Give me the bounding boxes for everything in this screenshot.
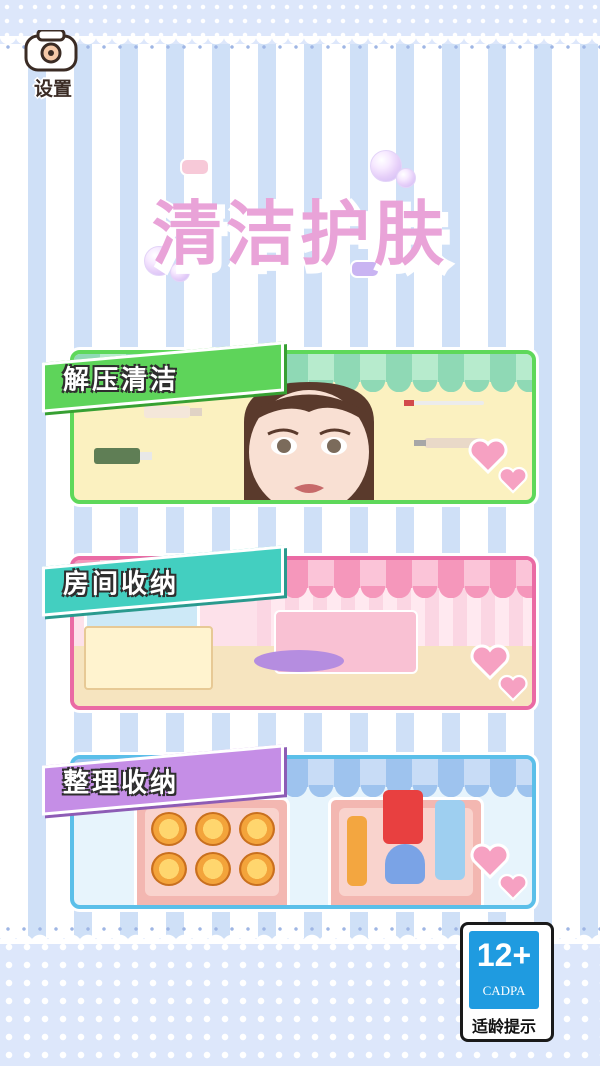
bottle-icon [347,816,367,886]
card-label-text: 整理收纳 [63,768,180,799]
coin-icon [195,852,231,886]
age-rating-panel: 12+ CADPA [469,931,539,1009]
heart-icon [498,466,528,494]
bottle-icon [435,800,465,880]
lotion-tube-icon [144,406,202,418]
candy-decoration [180,158,210,176]
rug-illustration [254,650,344,672]
settings-label: 设置 [33,78,72,100]
coin-icon [195,812,231,846]
shelf-illustration [84,626,213,690]
pen-icon [404,400,484,406]
coin-icon [239,852,275,886]
age-rating-number: 12+ [476,937,532,973]
coin-icon [239,812,275,846]
heart-icon [498,674,528,702]
coin-icon [151,812,187,846]
coin-icon [151,852,187,886]
coin-tray [134,797,290,905]
settings-button[interactable]: 设置 [18,30,88,102]
top-lace-dots [0,44,600,50]
gear-icon [24,30,78,72]
face-illustration [244,382,374,500]
age-rating-badge: 12+ CADPA 适龄提示 [460,922,554,1042]
age-rating-tip: 适龄提示 [471,1017,536,1036]
bottle-icon [383,790,423,844]
card-label-text: 房间收纳 [63,569,180,600]
card-label-text: 解压清洁 [63,365,180,396]
page-title: 清洁护肤 [152,193,448,275]
age-rating-org: CADPA [482,983,526,998]
heart-icon [498,873,528,901]
bottle-icon [385,844,425,884]
cleanser-tube-icon [94,448,152,464]
game-title: 清洁护肤 清洁护肤 [100,150,500,284]
bottle-tray [328,790,484,905]
